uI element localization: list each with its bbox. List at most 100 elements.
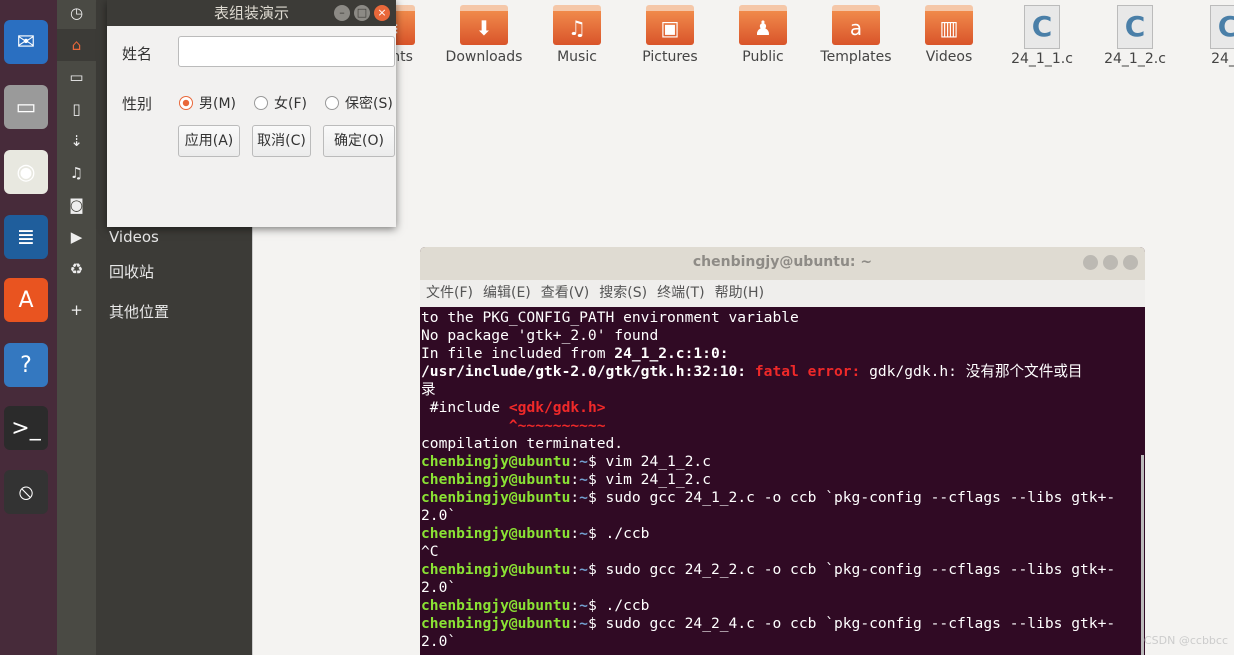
music-icon[interactable]: ♫ bbox=[57, 157, 96, 189]
terminal-text: No package 'gtk+_2.0' found bbox=[421, 327, 659, 344]
folder-icon[interactable]: ▭ bbox=[57, 61, 96, 93]
terminal-line: chenbingjy@ubuntu:~$ sudo gcc 24_1_2.c -… bbox=[421, 489, 1145, 507]
terminal-text: 24_1_2.c:1:0: bbox=[614, 345, 729, 362]
c-file-icon: C bbox=[1210, 5, 1234, 49]
file-item[interactable]: a Templates bbox=[811, 5, 901, 65]
terminal-text: $ vim 24_1_2.c bbox=[587, 453, 711, 470]
sidebar-item-videos[interactable]: Videos bbox=[109, 228, 159, 246]
terminal-line: 录 bbox=[421, 381, 1145, 399]
watermark: CSDN @ccbbcc bbox=[1143, 634, 1228, 647]
file-label: Pictures bbox=[642, 49, 698, 65]
terminal-menu-item[interactable]: 帮助(H) bbox=[715, 285, 764, 301]
terminal-line: ^C bbox=[421, 543, 1145, 561]
terminal-line: #include <gdk/gdk.h> bbox=[421, 399, 1145, 417]
terminal-line: 2.0` bbox=[421, 507, 1145, 525]
terminal-icon[interactable]: >_ bbox=[4, 406, 48, 450]
terminal-text: $ sudo gcc 24_2_4.c -o ccb `pkg-config -… bbox=[587, 615, 1116, 632]
terminal-text: ^C bbox=[421, 543, 439, 560]
rhythmbox-icon[interactable]: ◉ bbox=[4, 150, 48, 194]
maximize-icon[interactable] bbox=[1103, 255, 1118, 270]
terminal-line: chenbingjy@ubuntu:~$ vim 24_1_2.c bbox=[421, 471, 1145, 489]
terminal-line: 2.0` bbox=[421, 579, 1145, 597]
folder-icon: a bbox=[832, 5, 880, 45]
terminal-menu-item[interactable]: 文件(F) bbox=[426, 285, 473, 301]
name-input[interactable] bbox=[178, 36, 395, 67]
radio-label: 保密(S) bbox=[345, 96, 393, 112]
folder-icon: ▣ bbox=[646, 5, 694, 45]
ok-button[interactable]: 确定(O) bbox=[323, 125, 395, 157]
file-item[interactable]: ▣ Pictures bbox=[625, 5, 715, 65]
gender-label: 性别 bbox=[122, 95, 153, 113]
terminal-title: chenbingjy@ubuntu: ~ bbox=[692, 254, 873, 270]
folder-icon: ⬇ bbox=[460, 5, 508, 45]
plus-icon[interactable]: + bbox=[57, 294, 96, 326]
terminal-text: $ ./ccb bbox=[587, 597, 650, 614]
terminal-text: : bbox=[570, 525, 580, 542]
home-icon[interactable]: ⌂ bbox=[57, 29, 96, 61]
terminal-window: chenbingjy@ubuntu: ~ 文件(F) 编辑(E) 查看(V) 搜索(S… bbox=[420, 247, 1145, 655]
file-item[interactable]: ♟ Public bbox=[718, 5, 808, 65]
close-icon[interactable]: × bbox=[374, 5, 390, 21]
dialog-titlebar: 表组装演示 – □ × bbox=[107, 0, 396, 26]
terminal-menu-item[interactable]: 终端(T) bbox=[657, 285, 704, 301]
radio-female[interactable]: 女(F) bbox=[254, 93, 307, 113]
terminal-scrollbar[interactable] bbox=[1141, 455, 1144, 655]
terminal-text: ~ bbox=[579, 489, 588, 506]
terminal-menu-item[interactable]: 编辑(E) bbox=[483, 285, 531, 301]
terminal-menu-item[interactable]: 搜索(S) bbox=[599, 285, 647, 301]
terminal-text: /usr/include/gtk-2.0/gtk/gtk.h:32:10: bbox=[421, 363, 755, 380]
radio-male[interactable]: 男(M) bbox=[179, 93, 236, 113]
terminal-text: chenbingjy@ubuntu bbox=[421, 525, 571, 542]
terminal-text: $ vim 24_1_2.c bbox=[587, 471, 711, 488]
terminal-line: chenbingjy@ubuntu:~$ vim 24_1_2.c bbox=[421, 453, 1145, 471]
name-label: 姓名 bbox=[122, 45, 153, 63]
file-item[interactable]: C 24_2 bbox=[1183, 5, 1234, 67]
close-icon[interactable] bbox=[1123, 255, 1138, 270]
file-item[interactable]: ⬇ Downloads bbox=[439, 5, 529, 65]
c-file-icon: C bbox=[1117, 5, 1153, 49]
minimize-icon[interactable]: – bbox=[334, 5, 350, 21]
file-item[interactable]: ▥ Videos bbox=[904, 5, 994, 65]
file-item[interactable]: ♫ Music bbox=[532, 5, 622, 65]
download-icon[interactable]: ⇣ bbox=[57, 125, 96, 157]
terminal-menu-item[interactable]: 查看(V) bbox=[541, 285, 590, 301]
c-file-icon: C bbox=[1024, 5, 1060, 49]
video-icon[interactable]: ▶ bbox=[57, 221, 96, 253]
help-icon[interactable]: ? bbox=[4, 343, 48, 387]
radio-indicator bbox=[325, 96, 339, 110]
folder-icon: ♫ bbox=[553, 5, 601, 45]
file-item[interactable]: C 24_1_2.c bbox=[1090, 5, 1180, 67]
terminal-text: #include bbox=[421, 399, 509, 416]
terminal-text: ~ bbox=[579, 525, 588, 542]
software-center-icon[interactable]: A bbox=[4, 278, 48, 322]
terminal-text: : bbox=[570, 561, 580, 578]
recent-icon[interactable]: ◷ bbox=[57, 0, 96, 29]
terminal-text: gdk/gdk.h: 没有那个文件或目 bbox=[869, 363, 1083, 380]
radio-secret[interactable]: 保密(S) bbox=[325, 93, 393, 113]
minimize-icon[interactable] bbox=[1083, 255, 1098, 270]
blocked-app-icon[interactable]: ⦸ bbox=[4, 470, 48, 514]
maximize-icon[interactable]: □ bbox=[354, 5, 370, 21]
radio-indicator bbox=[254, 96, 268, 110]
file-item[interactable]: C 24_1_1.c bbox=[997, 5, 1087, 67]
terminal-output[interactable]: to the PKG_CONFIG_PATH environment varia… bbox=[420, 307, 1145, 651]
camera-icon[interactable]: ◙ bbox=[57, 189, 96, 221]
terminal-line: to the PKG_CONFIG_PATH environment varia… bbox=[421, 309, 1145, 327]
cancel-button[interactable]: 取消(C) bbox=[252, 125, 311, 157]
sidebar-item-trash[interactable]: 回收站 bbox=[109, 261, 154, 282]
terminal-text: : bbox=[570, 489, 580, 506]
radio-indicator bbox=[179, 96, 193, 110]
terminal-line: No package 'gtk+_2.0' found bbox=[421, 327, 1145, 345]
files-icon[interactable]: ▭ bbox=[4, 85, 48, 129]
file-label: Downloads bbox=[445, 49, 523, 65]
thunderbird-icon[interactable]: ✉ bbox=[4, 20, 48, 64]
terminal-text: 2.0` bbox=[421, 633, 457, 650]
folder-icon: ♟ bbox=[739, 5, 787, 45]
terminal-text: ^~~~~~~~~~~ bbox=[421, 417, 606, 434]
trash-icon[interactable]: ♻ bbox=[57, 253, 96, 285]
apply-button[interactable]: 应用(A) bbox=[178, 125, 240, 157]
writer-icon[interactable]: ≣ bbox=[4, 215, 48, 259]
sidebar-item-other-locations[interactable]: 其他位置 bbox=[109, 301, 169, 322]
launcher-dock: ✉ ▭ ◉ ≣ A? >_ ⦸ bbox=[0, 0, 57, 655]
document-icon[interactable]: ▯ bbox=[57, 93, 96, 125]
